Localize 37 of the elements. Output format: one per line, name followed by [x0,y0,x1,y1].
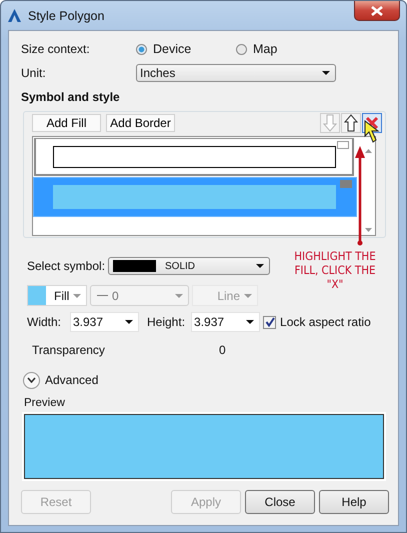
annotation-text: HIGHLIGHT THE FILL, CLICK THE "X" [293,249,377,291]
width-combo[interactable]: 3.937 [70,312,139,332]
transparency-label: Transparency [32,343,106,357]
add-button[interactable]: Add Fill [32,114,101,132]
dialog-button[interactable]: Close [245,490,315,514]
scroll-down-icon [365,228,372,232]
fill-dropdown[interactable]: Fill [27,285,87,306]
width-label: Width: [27,315,62,329]
checkbox[interactable] [263,316,276,328]
scroll-up-icon [365,149,372,153]
radio-option[interactable]: Device [136,42,236,56]
close-icon [371,6,383,16]
height-combo[interactable]: 3.937 [191,312,260,332]
height-label: Height: [147,315,186,329]
unit-dropdown[interactable]: Inches [136,64,336,82]
dialog-button[interactable]: Help [319,490,389,514]
lock-aspect-label: Lock aspect ratio [280,315,371,329]
select-symbol-label: Select symbol: [27,259,106,273]
preview-label: Preview [24,397,66,411]
expand-button[interactable] [23,372,40,388]
window-title: Style Polygon [28,8,104,22]
symbol-dropdown[interactable]: SOLID [108,257,270,275]
move-up-button[interactable] [341,113,361,133]
cursor-icon [364,120,380,144]
section-title: Symbol and style [21,90,121,106]
advanced-label: Advanced [45,373,98,387]
unit-label: Unit: [21,66,47,80]
layer-marker-icon [340,180,352,188]
app-logo-icon [8,9,21,22]
close-button[interactable] [354,1,400,21]
radio-option[interactable]: Map [236,42,278,56]
transparency-value: 0 [219,343,226,357]
chevron-icon [27,377,36,383]
layer-item[interactable] [34,138,354,176]
size-context-label: Size context: [21,42,91,56]
layer-marker-icon [337,141,349,149]
add-button[interactable]: Add Border [106,114,175,132]
